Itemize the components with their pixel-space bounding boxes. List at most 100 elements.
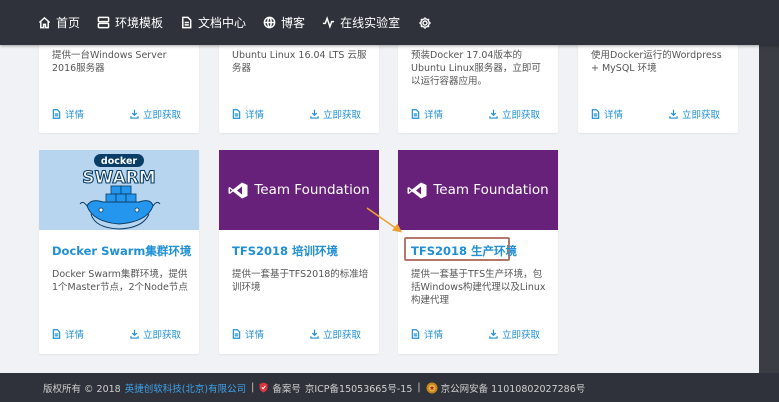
shield-icon bbox=[259, 382, 268, 393]
nav-item-label: 博客 bbox=[281, 16, 306, 30]
police-badge-icon bbox=[426, 382, 438, 393]
card-actions: 详情 立即获取 bbox=[52, 107, 181, 121]
detail-label: 详情 bbox=[245, 110, 265, 121]
detail-link[interactable]: 详情 bbox=[411, 107, 443, 121]
team-foundation-logo: Team Foundation bbox=[407, 182, 549, 199]
get-now-link[interactable]: 立即获取 bbox=[489, 327, 540, 341]
card-actions: 详情 立即获取 bbox=[411, 327, 540, 341]
visual-studio-icon bbox=[228, 182, 248, 198]
detail-link[interactable]: 详情 bbox=[52, 327, 84, 341]
nav-item-label: 文档中心 bbox=[198, 16, 247, 30]
card-description: Ubuntu Linux 16.04 LTS 云服务器 bbox=[232, 50, 367, 74]
home-icon bbox=[38, 16, 51, 29]
download-icon bbox=[130, 329, 139, 339]
detail-label: 详情 bbox=[424, 330, 444, 341]
get-now-link[interactable]: 立即获取 bbox=[130, 327, 181, 341]
svg-text:docker: docker bbox=[101, 156, 137, 167]
detail-label: 详情 bbox=[424, 110, 444, 121]
card-description: 提供一套基于TFS生产环境，包括Windows构建代理以及Linux构建代理 bbox=[411, 269, 546, 306]
docker-swarm-logo: docker SWARM bbox=[79, 154, 161, 230]
document-icon bbox=[591, 109, 600, 119]
template-card: Team Foundation TFS2018 生产环境 提供一套基于TFS生产… bbox=[398, 150, 558, 354]
get-now-label: 立即获取 bbox=[142, 330, 181, 341]
visual-studio-icon bbox=[407, 182, 427, 198]
nav-item-templates[interactable]: 环境模板 bbox=[97, 14, 163, 31]
template-card: 使用Docker运行的Wordpress + MySQL 环境 详情 立即获取 bbox=[578, 36, 738, 133]
top-navbar: 首页 环境模板 文档中心 博客 在线实验室 bbox=[0, 0, 779, 45]
get-now-label: 立即获取 bbox=[322, 110, 361, 121]
nav-item-lab[interactable]: 在线实验室 bbox=[322, 14, 400, 31]
get-now-label: 立即获取 bbox=[501, 110, 540, 121]
get-now-link[interactable]: 立即获取 bbox=[310, 107, 361, 121]
police-record-link[interactable]: 京公网安备 11010802027286号 bbox=[441, 381, 586, 395]
template-card: 预装Docker 17.04版本的Ubuntu Linux服务器，立即可以运行容… bbox=[398, 36, 558, 133]
card-title-link[interactable]: Docker Swarm集群环境 bbox=[52, 243, 191, 259]
card-description: 使用Docker运行的Wordpress + MySQL 环境 bbox=[591, 50, 722, 74]
card-description: 预装Docker 17.04版本的Ubuntu Linux服务器，立即可以运行容… bbox=[411, 50, 541, 87]
document-icon bbox=[182, 16, 192, 29]
team-foundation-logo: Team Foundation bbox=[228, 182, 370, 199]
card-title-link[interactable]: TFS2018 培训环境 bbox=[232, 243, 338, 259]
card-actions: 详情 立即获取 bbox=[232, 107, 361, 121]
download-icon bbox=[669, 109, 678, 119]
document-icon bbox=[232, 109, 241, 119]
icp-number[interactable]: 京ICP备15053665号-15 bbox=[305, 381, 413, 395]
download-icon bbox=[310, 109, 319, 119]
download-icon bbox=[489, 329, 498, 339]
get-now-link[interactable]: 立即获取 bbox=[130, 107, 181, 121]
scrollbar-track[interactable] bbox=[759, 45, 779, 373]
nav-item-blog[interactable]: 博客 bbox=[263, 14, 305, 31]
get-now-label: 立即获取 bbox=[322, 330, 361, 341]
footer-divider: | bbox=[417, 382, 421, 393]
detail-link[interactable]: 详情 bbox=[232, 107, 264, 121]
download-icon bbox=[310, 329, 319, 339]
template-card: 提供一台Windows Server 2016服务器 详情 立即获取 bbox=[39, 36, 199, 133]
nav-item-home[interactable]: 首页 bbox=[38, 14, 80, 31]
detail-label: 详情 bbox=[604, 110, 624, 121]
card-actions: 详情 立即获取 bbox=[591, 107, 720, 121]
get-now-label: 立即获取 bbox=[681, 110, 720, 121]
document-icon bbox=[411, 329, 420, 339]
template-card: Ubuntu Linux 16.04 LTS 云服务器 详情 立即获取 bbox=[219, 36, 379, 133]
document-icon bbox=[52, 329, 61, 339]
tfs-thumbnail[interactable]: Team Foundation bbox=[398, 150, 558, 230]
nav-item-docs[interactable]: 文档中心 bbox=[180, 14, 246, 31]
get-now-label: 立即获取 bbox=[142, 110, 181, 121]
card-actions: 详情 立即获取 bbox=[52, 327, 181, 341]
globe-icon bbox=[263, 16, 276, 29]
detail-label: 详情 bbox=[65, 330, 85, 341]
detail-link[interactable]: 详情 bbox=[591, 107, 623, 121]
get-now-link[interactable]: 立即获取 bbox=[669, 107, 720, 121]
company-link[interactable]: 英捷创软科技(北京)有限公司 bbox=[125, 381, 246, 395]
template-icon bbox=[97, 16, 110, 29]
detail-link[interactable]: 详情 bbox=[232, 327, 264, 341]
get-now-link[interactable]: 立即获取 bbox=[489, 107, 540, 121]
footer: 版权所有 © 2018 英捷创软科技(北京)有限公司 | 备案号 京ICP备15… bbox=[0, 373, 779, 402]
nav-item-label: 环境模板 bbox=[115, 16, 164, 30]
footer-divider: | bbox=[251, 382, 255, 393]
template-card: Team Foundation TFS2018 培训环境 提供一套基于TFS20… bbox=[219, 150, 379, 354]
tfs-thumbnail[interactable]: Team Foundation bbox=[219, 150, 379, 230]
detail-link[interactable]: 详情 bbox=[52, 107, 84, 121]
detail-label: 详情 bbox=[245, 330, 265, 341]
card-description: 提供一套基于TFS2018的标准培训环境 bbox=[232, 269, 369, 293]
get-now-label: 立即获取 bbox=[501, 330, 540, 341]
nav-item-label: 首页 bbox=[56, 16, 81, 30]
pulse-icon bbox=[322, 16, 335, 29]
card-description: Docker Swarm集群环境，提供1个Master节点，2个Node节点 bbox=[52, 269, 188, 293]
card-title-link[interactable]: TFS2018 生产环境 bbox=[411, 243, 517, 259]
template-card: docker SWARM Docker Swarm集群环境 Docker Swa… bbox=[39, 150, 199, 354]
card-description: 提供一台Windows Server 2016服务器 bbox=[52, 50, 167, 74]
download-icon bbox=[489, 109, 498, 119]
detail-link[interactable]: 详情 bbox=[411, 327, 443, 341]
card-actions: 详情 立即获取 bbox=[411, 107, 540, 121]
docker-swarm-thumbnail[interactable]: docker SWARM bbox=[39, 150, 199, 230]
icp-label: 备案号 bbox=[272, 383, 301, 395]
get-now-link[interactable]: 立即获取 bbox=[310, 327, 361, 341]
settings-button[interactable] bbox=[418, 16, 432, 30]
team-foundation-text: Team Foundation bbox=[433, 182, 549, 198]
nav-item-label: 在线实验室 bbox=[340, 16, 401, 30]
copyright-text: 版权所有 © 2018 bbox=[43, 383, 121, 395]
download-icon bbox=[130, 109, 139, 119]
svg-text:SWARM: SWARM bbox=[82, 168, 155, 188]
